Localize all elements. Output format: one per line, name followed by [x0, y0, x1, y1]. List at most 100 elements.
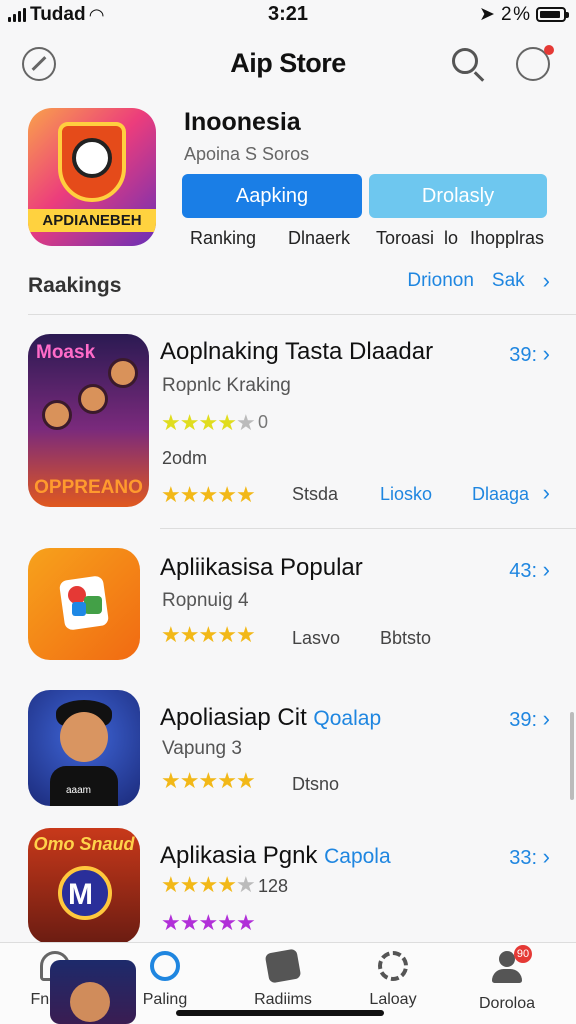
star-icon: ★ — [217, 768, 237, 793]
chevron-right-icon[interactable]: › — [543, 268, 550, 294]
featured-subtitle: Apoina S Soros — [184, 144, 310, 164]
section-link-2[interactable]: Sak — [492, 270, 525, 292]
app3-subtitle: Vapung 3 — [162, 738, 242, 759]
app-icon-3[interactable]: aaam — [28, 690, 140, 806]
app1-icon-top-text: Moask — [36, 342, 96, 363]
app4-count[interactable]: 33: › — [509, 844, 550, 870]
featured-label-5: Ihopplras — [470, 228, 545, 248]
app1-link-3[interactable]: Dlaaga — [472, 484, 529, 505]
star-icon: ★ — [198, 482, 218, 507]
app1-name[interactable]: Aoplnaking Tasta Dlaadar — [160, 338, 433, 366]
star-icon: ★ — [161, 910, 181, 935]
swirl-icon — [150, 951, 180, 981]
mini-player-thumbnail[interactable] — [50, 960, 136, 1024]
app4-name[interactable]: Aplikasia Pgnk Capola — [160, 842, 391, 870]
app3-name-accent: Qoalap — [313, 707, 382, 730]
star-icon: ★ — [235, 910, 256, 935]
account-icon[interactable] — [516, 45, 554, 81]
character-face-icon — [60, 712, 108, 762]
star-icon: ★ — [179, 872, 200, 897]
app2-count[interactable]: 43: › — [509, 557, 550, 583]
app-icon-1[interactable]: Moask OPPREANO — [28, 334, 149, 507]
divider — [160, 528, 576, 529]
featured-secondary-button[interactable]: Drolasly — [369, 174, 547, 218]
app1-count-label: 39: — [509, 344, 538, 366]
featured-title: Inoonesia — [184, 108, 301, 136]
star-icon: ★ — [235, 410, 256, 435]
app1-label-1: Stsda — [292, 484, 339, 504]
tab-label: Laloay — [369, 991, 417, 1008]
character-face-icon — [70, 982, 110, 1022]
featured-app-icon[interactable]: APDIANEBEH — [28, 108, 156, 246]
status-right: ➤ 2 % — [479, 3, 569, 26]
app3-name[interactable]: Apoliasiap Cit Qoalap — [160, 704, 381, 732]
app4-name-label: Aplikasia Pgnk — [160, 842, 318, 869]
star-icon: ★ — [179, 410, 200, 435]
star-icon: ★ — [235, 622, 256, 647]
section-links: Drionon Sak › — [407, 268, 550, 294]
star-icon: ★ — [235, 482, 256, 507]
notification-dot — [544, 45, 554, 55]
notification-badge: 90 — [514, 945, 532, 963]
section-title: Raakings — [28, 274, 122, 297]
app4-rating-secondary: ★★★★★ — [161, 910, 256, 936]
app1-link-2[interactable]: Liosko — [380, 484, 432, 505]
star-icon: ★ — [161, 768, 181, 793]
star-icon: ★ — [198, 768, 218, 793]
featured-label-3: Toroasi — [376, 228, 435, 248]
character-icon — [108, 358, 138, 388]
app1-extra: 2odm — [162, 448, 208, 468]
divider — [28, 314, 576, 315]
star-icon: ★ — [235, 872, 256, 897]
chevron-right-icon: › — [542, 844, 550, 869]
app2-rating: ★★★★★ — [161, 622, 256, 648]
app1-subtitle: Ropnlc Kraking — [162, 375, 291, 396]
rocket-icon — [264, 948, 302, 984]
section-link-1[interactable]: Drionon — [407, 270, 474, 292]
star-icon: ★ — [217, 622, 237, 647]
star-icon: ★ — [161, 872, 181, 897]
tab-laloay[interactable]: Laloay — [338, 951, 448, 1009]
chevron-right-icon: › — [542, 557, 550, 582]
tab-label: Radiims — [254, 991, 312, 1008]
tab-doroloa[interactable]: 90 Doroloa — [452, 945, 562, 1013]
tab-label: Doroloa — [478, 995, 536, 1012]
featured-icon-text: APDIANEBEH — [28, 209, 156, 232]
app3-rating: ★★★★★ — [161, 768, 256, 794]
app1-rating-count: 0 — [258, 412, 269, 432]
featured-primary-button[interactable]: Aapking — [182, 174, 362, 218]
app-icon-2[interactable] — [28, 548, 140, 660]
app4-rating-count: 128 — [258, 876, 289, 896]
app3-count-label: 39: — [509, 709, 538, 731]
star-icon: ★ — [179, 482, 200, 507]
app2-label-1: Lasvo — [292, 628, 341, 648]
star-icon: ★ — [198, 410, 218, 435]
star-icon: ★ — [179, 910, 200, 935]
app3-label: Dtsno — [292, 774, 340, 794]
app4-count-label: 33: — [509, 847, 538, 869]
dial-icon — [72, 138, 112, 178]
chevron-right-icon[interactable]: › — [543, 480, 550, 506]
battery-fill — [540, 11, 560, 18]
tab-radiims[interactable]: Radiims — [228, 948, 338, 1009]
featured-label-ranking: Ranking — [190, 228, 257, 248]
star-icon: ★ — [217, 410, 237, 435]
app1-rating: ★★★★★ — [161, 410, 256, 436]
search-icon[interactable] — [452, 48, 478, 74]
star-icon: ★ — [179, 768, 200, 793]
m-glyph-icon: M — [68, 878, 93, 911]
app1-rating-secondary: ★★★★★ — [161, 482, 256, 508]
star-icon: ★ — [161, 410, 181, 435]
gear-icon — [378, 951, 408, 981]
app1-count[interactable]: 39: › — [509, 341, 550, 367]
star-icon: ★ — [217, 910, 237, 935]
star-icon: ★ — [198, 872, 218, 897]
scrollbar[interactable] — [570, 712, 574, 800]
home-indicator[interactable] — [176, 1010, 384, 1016]
app3-count[interactable]: 39: › — [509, 706, 550, 732]
location-arrow-icon: ➤ — [479, 4, 495, 25]
star-icon: ★ — [179, 622, 200, 647]
app-icon-4[interactable]: Omo Snaud M — [28, 828, 140, 944]
app2-name[interactable]: Apliikasisa Popular — [160, 554, 363, 582]
featured-label-4: lo — [444, 228, 459, 248]
